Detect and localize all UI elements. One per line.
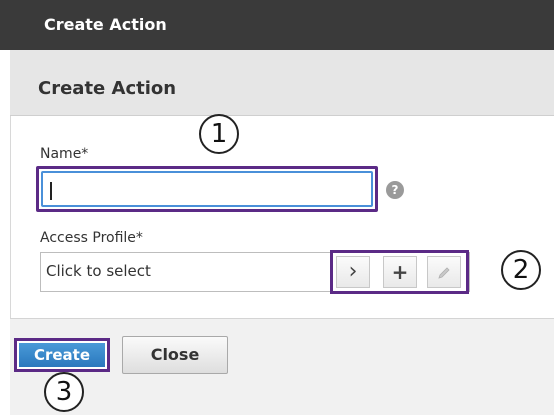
window-title: Create Action bbox=[0, 0, 554, 50]
create-button-highlight: Create bbox=[14, 338, 110, 372]
add-profile-button[interactable]: + bbox=[383, 256, 417, 288]
callout-2: 2 bbox=[501, 250, 541, 290]
name-input-highlight bbox=[36, 166, 378, 212]
close-button[interactable]: Close bbox=[122, 336, 228, 374]
text-caret bbox=[50, 182, 52, 200]
pencil-icon bbox=[438, 267, 450, 279]
panel-heading: Create Action bbox=[10, 50, 554, 116]
access-profile-placeholder: Click to select bbox=[46, 262, 151, 280]
edit-profile-button[interactable] bbox=[427, 256, 461, 288]
name-label: Name* bbox=[40, 146, 89, 162]
callout-3: 3 bbox=[44, 372, 84, 412]
callout-1: 1 bbox=[199, 114, 239, 154]
profile-button-group: › + bbox=[330, 250, 469, 294]
access-profile-label: Access Profile* bbox=[40, 230, 143, 246]
help-icon[interactable]: ? bbox=[386, 181, 404, 199]
name-input[interactable] bbox=[41, 171, 373, 207]
select-chevron-icon[interactable]: › bbox=[336, 256, 370, 288]
create-button[interactable]: Create bbox=[19, 343, 105, 367]
